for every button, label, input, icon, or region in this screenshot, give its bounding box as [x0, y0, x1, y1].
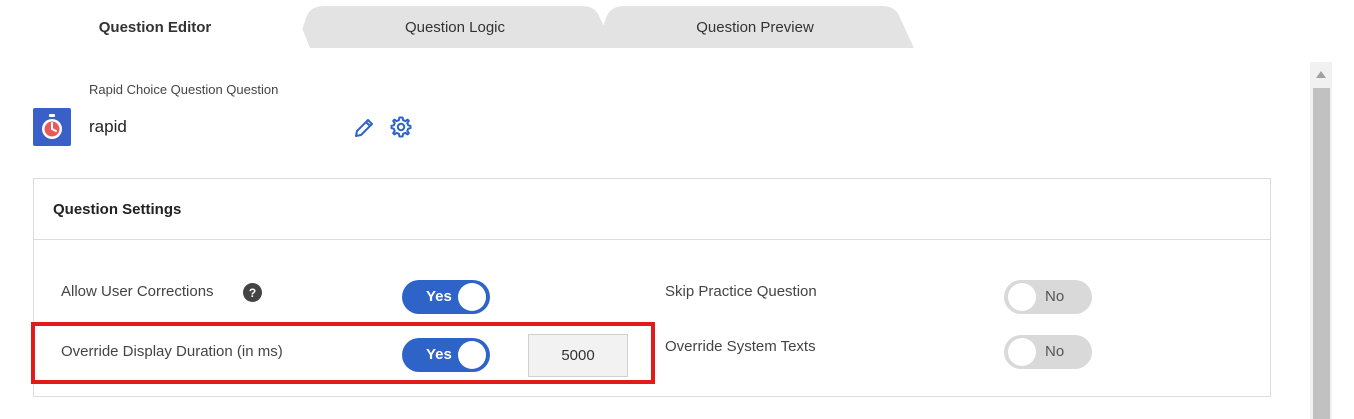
- scroll-up-button[interactable]: [1310, 62, 1332, 86]
- panel-header: Question Settings: [34, 179, 1270, 240]
- question-type-badge: [33, 108, 71, 146]
- override-display-duration-label: Override Display Duration (in ms): [61, 343, 283, 360]
- question-type-label: Rapid Choice Question Question: [89, 82, 279, 97]
- toggle-state-label: No: [1045, 343, 1065, 360]
- tab-question-preview[interactable]: Question Preview: [596, 6, 914, 48]
- question-name: rapid: [89, 117, 127, 136]
- pencil-icon: [355, 119, 373, 137]
- tab-label: Question Preview: [696, 18, 814, 36]
- tab-label: Question Editor: [98, 18, 212, 36]
- skip-practice-question-label: Skip Practice Question: [665, 283, 817, 300]
- tab-bar: Question Preview Question Logic Question…: [0, 0, 1354, 48]
- question-settings-button[interactable]: [389, 115, 413, 139]
- page-edge: [1335, 48, 1354, 419]
- help-icon[interactable]: ?: [243, 283, 262, 302]
- tab-question-logic[interactable]: Question Logic: [296, 6, 614, 48]
- gear-icon: [390, 116, 412, 138]
- stopwatch-icon: [42, 114, 62, 139]
- skip-practice-question-toggle[interactable]: No: [1004, 280, 1092, 314]
- toggle-state-label: No: [1045, 288, 1065, 305]
- toggle-knob: [458, 283, 486, 311]
- toggle-state-label: Yes: [426, 346, 452, 363]
- toggle-knob: [458, 341, 486, 369]
- tab-question-editor[interactable]: Question Editor: [0, 6, 310, 48]
- scroll-thumb[interactable]: [1313, 88, 1330, 419]
- override-display-duration-toggle[interactable]: Yes: [402, 338, 490, 372]
- vertical-scrollbar[interactable]: [1310, 62, 1332, 419]
- toggle-knob: [1008, 338, 1036, 366]
- allow-user-corrections-toggle[interactable]: Yes: [402, 280, 490, 314]
- toggle-state-label: Yes: [426, 288, 452, 305]
- override-system-texts-toggle[interactable]: No: [1004, 335, 1092, 369]
- toggle-knob: [1008, 283, 1036, 311]
- display-duration-input[interactable]: [528, 334, 628, 377]
- tab-label: Question Logic: [404, 18, 506, 36]
- edit-question-button[interactable]: [352, 116, 376, 140]
- allow-user-corrections-label: Allow User Corrections: [61, 283, 214, 300]
- panel-title: Question Settings: [53, 201, 182, 218]
- scroll-up-arrow-icon: [1316, 70, 1326, 78]
- override-system-texts-label: Override System Texts: [665, 338, 816, 355]
